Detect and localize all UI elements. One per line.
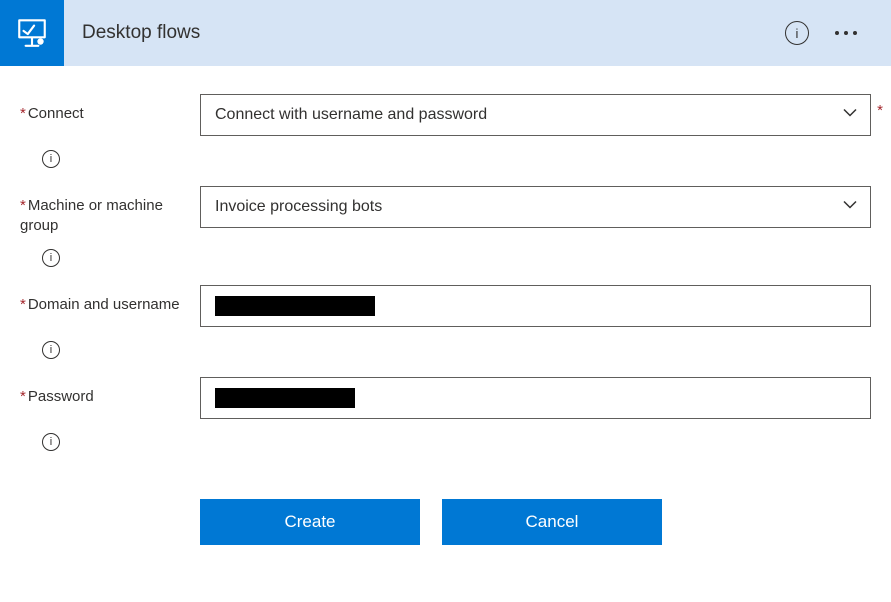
cancel-button[interactable]: Cancel <box>442 499 662 545</box>
required-indicator: * <box>877 102 883 119</box>
dialog-header: Desktop flows i <box>0 0 891 66</box>
machine-label: *Machine or machine group <box>20 186 200 235</box>
chevron-down-icon <box>842 105 858 126</box>
password-input[interactable] <box>200 377 871 419</box>
connect-value: Connect with username and password <box>215 106 487 124</box>
redacted-value <box>215 388 355 408</box>
password-info-icon[interactable]: i <box>42 433 60 451</box>
desktop-flows-icon <box>0 0 64 66</box>
form-area: *Connect Connect with username and passw… <box>0 66 891 565</box>
info-icon[interactable]: i <box>785 21 809 45</box>
connect-label: *Connect <box>20 94 200 124</box>
machine-select[interactable]: Invoice processing bots <box>200 186 871 228</box>
chevron-down-icon <box>842 197 858 218</box>
domain-username-label: *Domain and username <box>20 285 200 315</box>
machine-value: Invoice processing bots <box>215 198 382 216</box>
dialog-title: Desktop flows <box>64 22 785 44</box>
domain-info-icon[interactable]: i <box>42 341 60 359</box>
redacted-value <box>215 296 375 316</box>
more-options-icon[interactable] <box>831 27 861 39</box>
domain-username-input[interactable] <box>200 285 871 327</box>
create-button[interactable]: Create <box>200 499 420 545</box>
password-label: *Password <box>20 377 200 407</box>
connect-select[interactable]: Connect with username and password <box>200 94 871 136</box>
connect-info-icon[interactable]: i <box>42 150 60 168</box>
machine-info-icon[interactable]: i <box>42 249 60 267</box>
